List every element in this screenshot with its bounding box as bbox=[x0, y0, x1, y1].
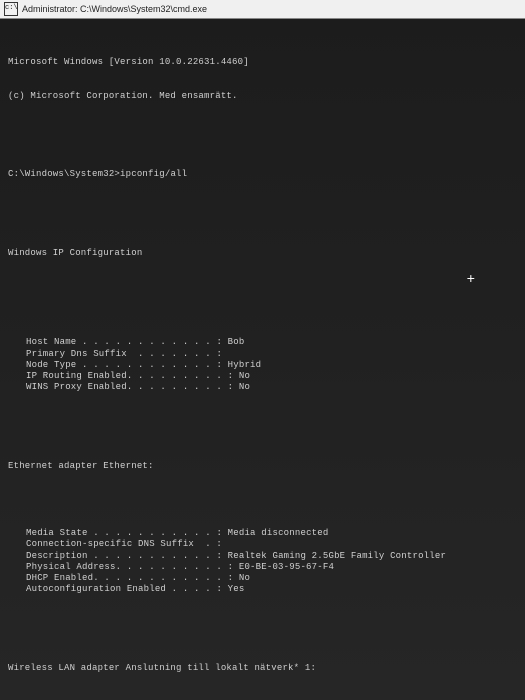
kv-indent bbox=[8, 551, 26, 562]
kv-indent bbox=[8, 371, 26, 382]
kv-dots: . . . . . . . . . . . : bbox=[99, 573, 239, 584]
prompt-command: ipconfig/all bbox=[120, 169, 187, 180]
kv-row: Connection-specific DNS Suffix . : bbox=[8, 539, 517, 550]
kv-value: Bob bbox=[228, 337, 245, 348]
blank-line bbox=[8, 618, 517, 629]
kv-dots: . : bbox=[194, 539, 222, 550]
kv-dots: . . . . . . . . : bbox=[132, 371, 238, 382]
kv-dots: . . . . . . . . . : bbox=[121, 562, 239, 573]
ipconfig-title: Windows IP Configuration bbox=[8, 248, 517, 259]
kv-row: IP Routing Enabled. . . . . . . . . : No bbox=[8, 371, 517, 382]
kv-dots: . . . . . . . : bbox=[127, 349, 222, 360]
blank-line bbox=[8, 124, 517, 135]
blank-line bbox=[8, 203, 517, 214]
kv-row: Physical Address. . . . . . . . . . : E0… bbox=[8, 562, 517, 573]
section-wlan1-title: Wireless LAN adapter Anslutning till lok… bbox=[8, 663, 517, 674]
kv-value: Hybrid bbox=[228, 360, 262, 371]
kv-row: Primary Dns Suffix . . . . . . . : bbox=[8, 349, 517, 360]
kv-indent bbox=[8, 573, 26, 584]
kv-row: Media State . . . . . . . . . . . : Medi… bbox=[8, 528, 517, 539]
banner-line-1: Microsoft Windows [Version 10.0.22631.44… bbox=[8, 57, 517, 68]
window-title-text: Administrator: C:\Windows\System32\cmd.e… bbox=[22, 4, 207, 14]
kv-indent bbox=[8, 382, 26, 393]
kv-label: Node Type bbox=[26, 360, 76, 371]
kv-label: DHCP Enabled. bbox=[26, 573, 99, 584]
kv-indent bbox=[8, 584, 26, 595]
kv-indent bbox=[8, 337, 26, 348]
kv-value: Realtek Gaming 2.5GbE Family Controller bbox=[228, 551, 446, 562]
kv-value: E0-BE-03-95-67-F4 bbox=[239, 562, 334, 573]
kv-indent bbox=[8, 562, 26, 573]
section-ethernet: Media State . . . . . . . . . . . : Medi… bbox=[8, 528, 517, 596]
blank-line bbox=[8, 697, 517, 700]
prompt-path: C:\Windows\System32> bbox=[8, 169, 120, 180]
kv-label: Primary Dns Suffix bbox=[26, 349, 127, 360]
kv-label: Description bbox=[26, 551, 88, 562]
cmd-window: c:\ Administrator: C:\Windows\System32\c… bbox=[0, 0, 525, 700]
kv-row: Description . . . . . . . . . . . : Real… bbox=[8, 551, 517, 562]
kv-row: WINS Proxy Enabled. . . . . . . . . : No bbox=[8, 382, 517, 393]
kv-label: WINS Proxy Enabled. bbox=[26, 382, 132, 393]
kv-row: Node Type . . . . . . . . . . . . : Hybr… bbox=[8, 360, 517, 371]
section-ethernet-title: Ethernet adapter Ethernet: bbox=[8, 461, 517, 472]
kv-dots: . . . . . . . . . . . . : bbox=[76, 360, 227, 371]
kv-indent bbox=[8, 349, 26, 360]
prompt-ipconfig: C:\Windows\System32>ipconfig/all bbox=[8, 169, 517, 180]
cmd-icon: c:\ bbox=[4, 2, 18, 16]
blank-line bbox=[8, 281, 517, 292]
window-titlebar[interactable]: c:\ Administrator: C:\Windows\System32\c… bbox=[0, 0, 525, 19]
kv-row: Autoconfiguration Enabled . . . . : Yes bbox=[8, 584, 517, 595]
kv-label: Autoconfiguration Enabled bbox=[26, 584, 166, 595]
banner-line-2: (c) Microsoft Corporation. Med ensamrätt… bbox=[8, 91, 517, 102]
kv-value: No bbox=[239, 371, 250, 382]
kv-label: Connection-specific DNS Suffix bbox=[26, 539, 194, 550]
kv-dots: . . . . . . . . . . . . : bbox=[76, 337, 227, 348]
blank-line bbox=[8, 495, 517, 506]
section-global: Host Name . . . . . . . . . . . . : Bob … bbox=[8, 337, 517, 393]
kv-row: Host Name . . . . . . . . . . . . : Bob bbox=[8, 337, 517, 348]
kv-dots: . . . . : bbox=[166, 584, 228, 595]
kv-indent bbox=[8, 528, 26, 539]
kv-label: Media State bbox=[26, 528, 88, 539]
kv-value: No bbox=[239, 382, 250, 393]
kv-dots: . . . . . . . . : bbox=[132, 382, 238, 393]
kv-dots: . . . . . . . . . . . : bbox=[88, 551, 228, 562]
kv-dots: . . . . . . . . . . . : bbox=[88, 528, 228, 539]
blank-line bbox=[8, 416, 517, 427]
kv-row: DHCP Enabled. . . . . . . . . . . . : No bbox=[8, 573, 517, 584]
kv-label: Host Name bbox=[26, 337, 76, 348]
kv-label: IP Routing Enabled. bbox=[26, 371, 132, 382]
kv-value: No bbox=[239, 573, 250, 584]
kv-indent bbox=[8, 360, 26, 371]
kv-value: Yes bbox=[228, 584, 245, 595]
kv-indent bbox=[8, 539, 26, 550]
kv-value: Media disconnected bbox=[228, 528, 329, 539]
kv-label: Physical Address. bbox=[26, 562, 121, 573]
terminal-output[interactable]: Microsoft Windows [Version 10.0.22631.44… bbox=[0, 19, 525, 700]
